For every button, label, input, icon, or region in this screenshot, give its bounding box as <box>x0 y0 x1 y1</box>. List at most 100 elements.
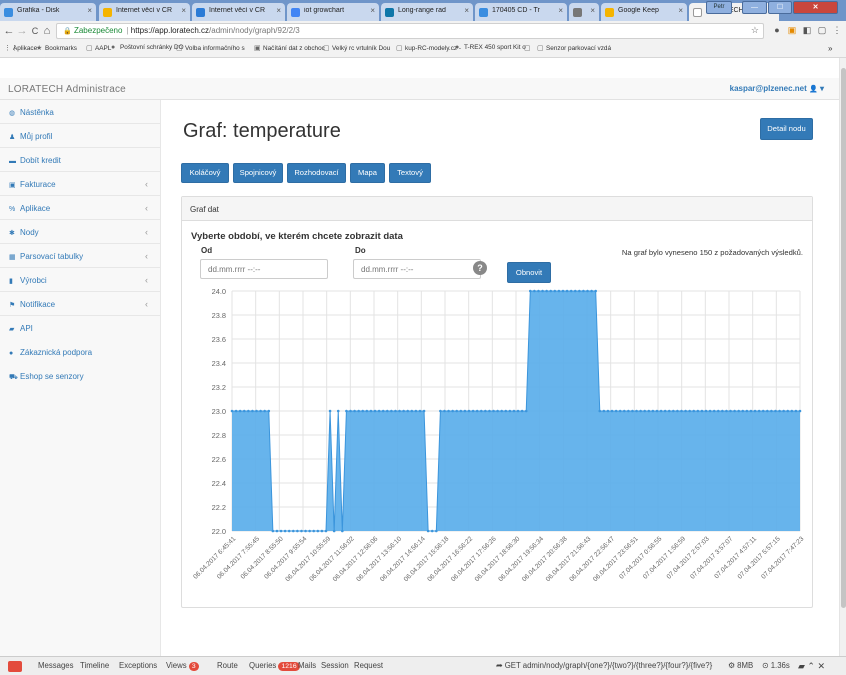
refresh-button[interactable]: Obnovit <box>507 262 551 283</box>
bookmarks-overflow-icon[interactable]: » <box>828 44 832 53</box>
data-point <box>578 289 581 293</box>
data-point <box>402 409 405 413</box>
data-point <box>651 409 655 413</box>
sidebar-item[interactable]: ⚑ Notifikace ‹ <box>0 292 160 316</box>
sidebar-item[interactable]: ✱ Nody ‹ <box>0 220 160 244</box>
data-point <box>749 409 753 413</box>
extension-icon[interactable]: ▢ <box>815 25 829 36</box>
extension-icon[interactable]: ● <box>770 25 784 35</box>
data-point <box>672 409 675 413</box>
close-icon[interactable]: × <box>678 6 683 15</box>
sidebar-item[interactable]: ⛟ Eshop se senzory <box>0 364 160 388</box>
data-point <box>336 409 340 413</box>
bookmark-item[interactable]: ▢ Velký rc vrtulník Dou <box>323 44 390 52</box>
help-icon[interactable]: ? <box>473 261 487 275</box>
back-icon[interactable]: ← <box>3 24 15 38</box>
browser-tab[interactable]: Long-range rad × <box>381 3 473 21</box>
chrome-menu-icon[interactable]: ⋮ <box>830 25 844 36</box>
debug-tab[interactable]: Request <box>354 661 383 670</box>
graph-type-tab[interactable]: Mapa <box>350 163 385 183</box>
window-minimize-button[interactable]: — <box>742 1 767 14</box>
extension-icon[interactable]: ▣ <box>785 25 799 36</box>
x-tick-label: 06.04.2017 21:56:43 <box>545 535 593 583</box>
sidebar-item[interactable]: ▣ Fakturace ‹ <box>0 172 160 196</box>
close-icon[interactable]: × <box>181 6 186 15</box>
browser-tab[interactable]: 170405 ČD - Tr × <box>475 3 567 21</box>
browser-tab[interactable]: Loratech Shop× <box>569 3 599 21</box>
bookmark-label: kup-RC-modely.cz - <box>405 45 461 52</box>
window-user-button[interactable]: Petr <box>706 1 732 14</box>
debug-tab[interactable]: Queries 1216 <box>249 661 300 671</box>
forward-icon[interactable]: → <box>16 24 28 38</box>
extension-icon[interactable]: ◧ <box>800 25 814 36</box>
browser-tab[interactable]: Internet věcí v ČR × <box>99 3 190 21</box>
sidebar-item[interactable]: ● Zákaznická podpora <box>0 340 160 364</box>
chevron-left-icon: ‹ <box>145 251 148 261</box>
graph-type-tab[interactable]: Koláčový <box>181 163 229 183</box>
bookmark-item[interactable]: ▢ <box>524 44 533 52</box>
bookmark-label: T-REX 450 sport Kit o <box>464 44 526 51</box>
graph-type-tab[interactable]: Rozhodovací <box>287 163 346 183</box>
window-close-button[interactable]: ✕ <box>793 1 838 14</box>
sidebar-item[interactable]: ▮ Výrobci ‹ <box>0 268 160 292</box>
to-date-input[interactable] <box>353 259 481 279</box>
debug-tab[interactable]: Exceptions <box>119 661 157 670</box>
data-point <box>541 289 544 293</box>
bookmark-item[interactable]: ▢ Volba informačního s <box>176 44 245 52</box>
close-icon[interactable]: × <box>464 6 469 15</box>
browser-tab[interactable]: Grafika - Disk × <box>0 3 96 21</box>
browser-tab[interactable]: iot growchart × <box>287 3 379 21</box>
sidebar-item[interactable]: ▦ Parsovací tabulky ‹ <box>0 244 160 268</box>
graph-type-tab[interactable]: Textový <box>389 163 431 183</box>
debug-tab-badge: 1216 <box>278 662 300 671</box>
scrollbar-thumb[interactable] <box>841 68 846 608</box>
debug-tab[interactable]: Messages <box>38 661 74 670</box>
page-scrollbar[interactable] <box>839 58 846 656</box>
app-brand[interactable]: LORATECH Administrace <box>8 84 126 95</box>
graph-type-tab[interactable]: Spojnicový <box>233 163 283 183</box>
sidebar-item[interactable]: ▬ Dobít kredit <box>0 148 160 172</box>
data-point <box>312 529 316 533</box>
debug-tab[interactable]: Session <box>321 661 349 670</box>
from-label: Od <box>201 246 213 255</box>
x-tick-label: 07.04.2017 3:57:07 <box>689 535 734 580</box>
bookmark-item[interactable]: ⋮⋮Aplikace <box>4 44 37 52</box>
close-icon[interactable]: × <box>276 6 281 15</box>
reload-icon[interactable]: C <box>29 24 41 38</box>
sidebar-item[interactable]: ▰ API <box>0 316 160 340</box>
close-icon[interactable]: × <box>558 6 563 15</box>
sidebar-item[interactable]: % Aplikace ‹ <box>0 196 160 220</box>
debug-controls[interactable]: ▰ ⌃ ✕ <box>798 661 825 672</box>
debugbar-logo-icon[interactable] <box>8 661 22 672</box>
close-icon[interactable]: × <box>370 6 375 15</box>
user-menu[interactable]: kaspar@plzenec.net 👤 ▾ <box>730 84 824 93</box>
y-tick-label: 23.8 <box>212 311 226 320</box>
bookmark-star-icon[interactable]: ☆ <box>751 25 759 36</box>
home-icon[interactable]: ⌂ <box>41 24 53 38</box>
debug-tab[interactable]: Mails <box>298 661 316 670</box>
debug-tab[interactable]: Route <box>217 661 238 670</box>
from-date-input[interactable] <box>200 259 328 279</box>
debug-tab[interactable]: Views 3 <box>166 661 199 671</box>
data-point <box>353 409 356 413</box>
browser-tab[interactable]: Internet věcí v ČR × <box>192 3 285 21</box>
window-maximize-button[interactable]: ☐ <box>768 1 792 14</box>
bookmark-item[interactable]: ★ Bookmarks <box>36 44 77 52</box>
url-input[interactable]: 🔒 Zabezpečeno | https://app.loratech.cz/a… <box>56 23 764 39</box>
bookmark-item[interactable]: ● T-REX 450 sport Kit o <box>455 44 526 51</box>
y-tick-label: 23.2 <box>212 383 226 392</box>
sidebar-item[interactable]: ♟ Můj profil <box>0 124 160 148</box>
close-icon[interactable]: × <box>87 6 92 15</box>
data-point <box>500 409 504 413</box>
detail-node-button[interactable]: Detail nodu <box>760 118 813 140</box>
close-icon[interactable]: × <box>590 6 595 15</box>
sidebar-item[interactable]: ◍ Nástěnka <box>0 100 160 124</box>
bookmark-item[interactable]: ▢ Senzor parkovací vzdá <box>537 44 611 52</box>
debug-tab[interactable]: Timeline <box>80 661 109 670</box>
bookmark-item[interactable]: ▢ AAPL <box>86 44 111 52</box>
bookmark-item[interactable]: ▣ Načítání dat z obchoc <box>254 44 325 52</box>
browser-tab[interactable]: Google Keep × <box>601 3 687 21</box>
sidebar-item-label: Zákaznická podpora <box>20 348 93 357</box>
bookmark-item[interactable]: ● Poštovní schránky DO <box>111 44 184 51</box>
bookmark-item[interactable]: ▢ kup-RC-modely.cz - <box>396 44 461 52</box>
